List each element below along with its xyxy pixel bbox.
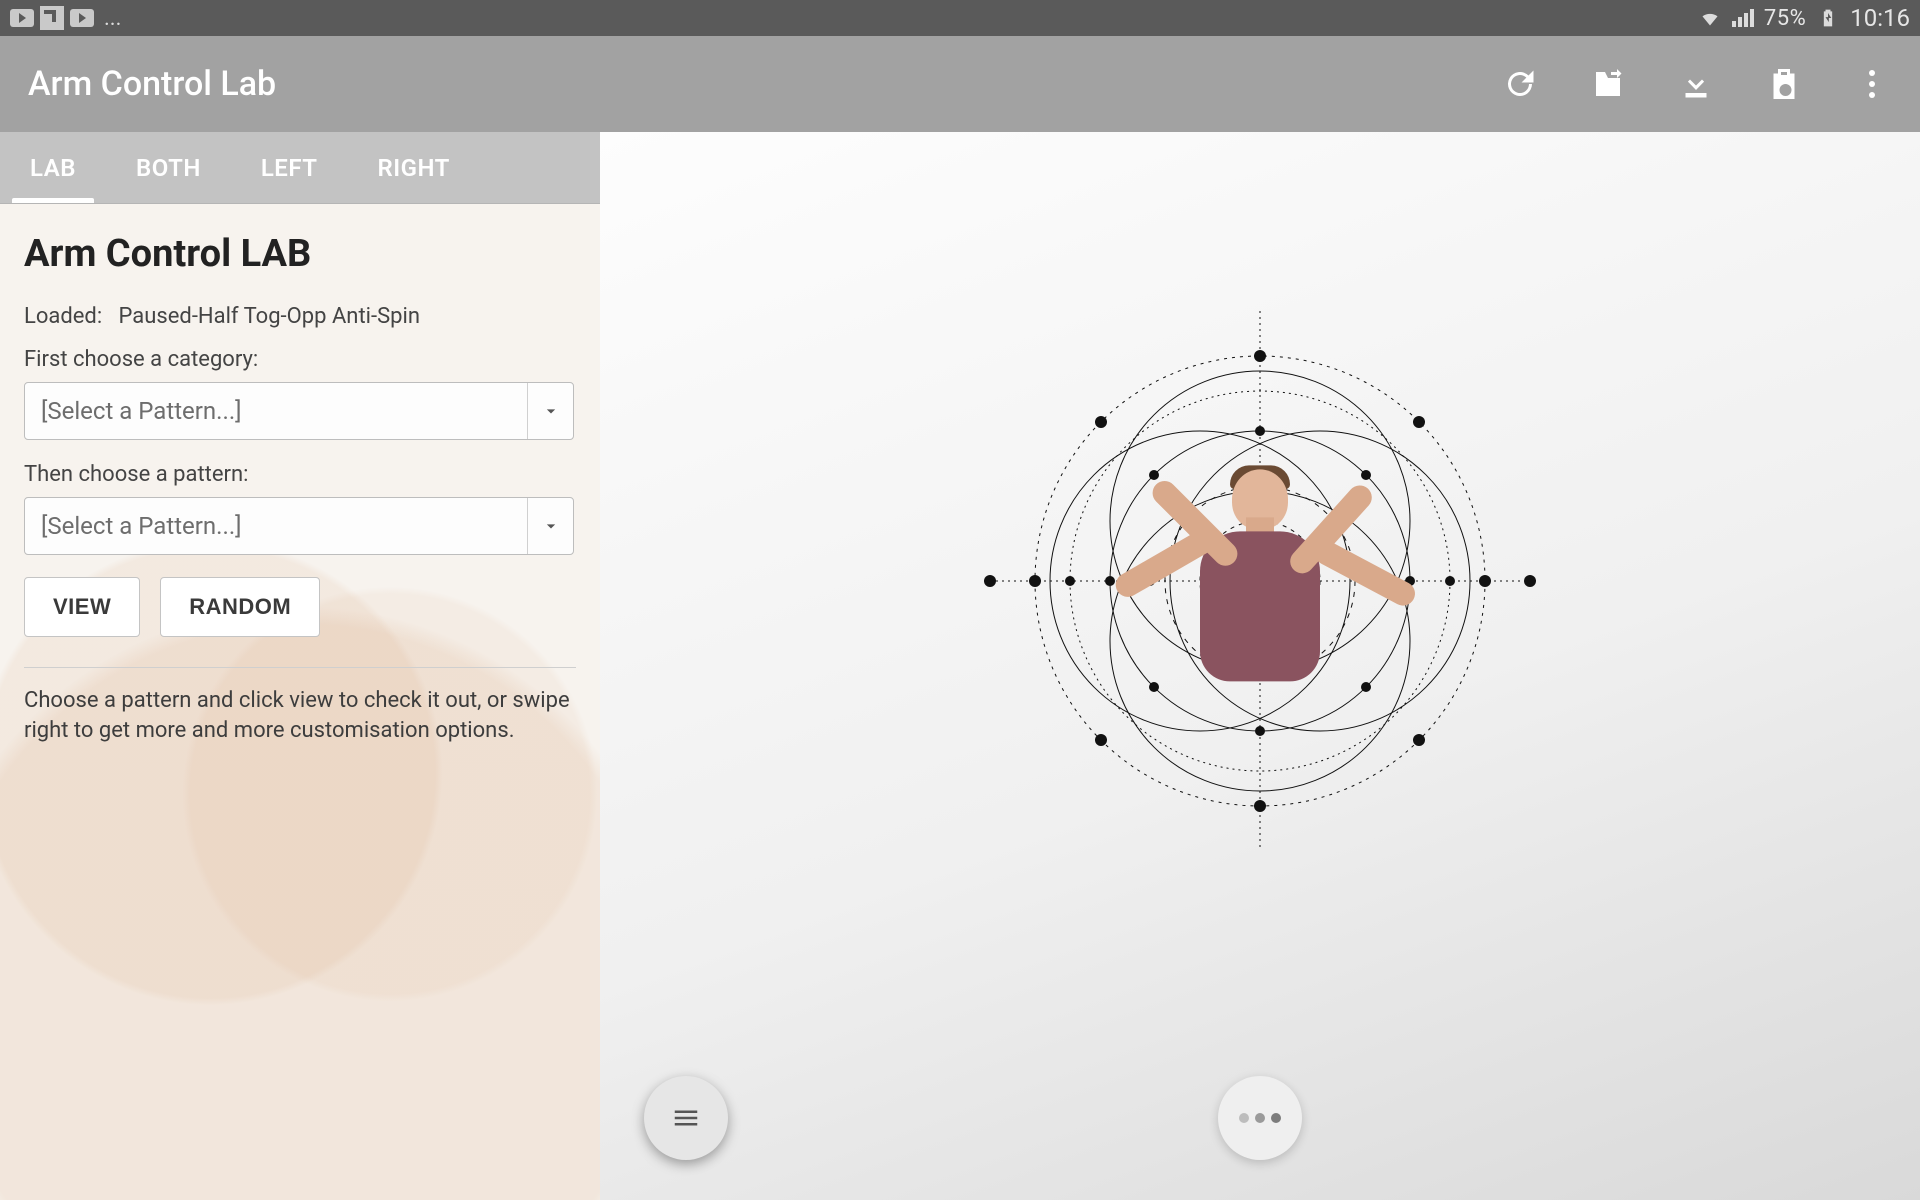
tab-lab[interactable]: LAB [0,132,106,203]
pattern-select[interactable]: [Select a Pattern...] [24,497,574,555]
chevron-down-icon [527,498,573,554]
fab-play[interactable] [1218,1076,1302,1160]
youtube-notif-icon-2 [70,6,94,30]
category-label: First choose a category: [24,347,576,372]
tab-both[interactable]: BOTH [106,132,231,203]
status-right: 75% 10:16 [1698,4,1910,32]
app-title: Arm Control Lab [28,64,276,104]
battery-text: 75% [1764,6,1806,31]
flipboard-notif-icon [40,6,64,30]
battery-charging-icon [1816,6,1840,30]
clock: 10:16 [1850,4,1910,32]
play-dots-icon [1239,1113,1281,1123]
category-select-placeholder: [Select a Pattern...] [41,397,242,425]
fab-menu[interactable] [644,1076,728,1160]
notif-overflow: ... [104,6,121,31]
clipboard-info-icon[interactable] [1764,64,1804,104]
wifi-icon [1698,6,1722,30]
more-vert-icon[interactable] [1852,64,1892,104]
status-left: ... [10,6,121,31]
chevron-down-icon [527,383,573,439]
tab-right[interactable]: RIGHT [348,132,480,203]
download-icon[interactable] [1676,64,1716,104]
random-button[interactable]: RANDOM [160,577,320,637]
canvas-area[interactable] [600,132,1920,1200]
youtube-notif-icon [10,6,34,30]
loaded-label: Loaded: [24,304,102,329]
app-actions [1500,64,1892,104]
open-folder-icon[interactable] [1588,64,1628,104]
loaded-value: Paused-Half Tog-Opp Anti-Spin [119,304,420,329]
tabs: LAB BOTH LEFT RIGHT [0,132,600,204]
view-button[interactable]: VIEW [24,577,140,637]
signal-icon [1732,9,1754,27]
sidebar: LAB BOTH LEFT RIGHT Arm Control LAB Load… [0,132,600,1200]
panel-heading: Arm Control LAB [24,232,576,276]
button-row: VIEW RANDOM [24,577,576,637]
refresh-icon[interactable] [1500,64,1540,104]
pattern-select-placeholder: [Select a Pattern...] [41,512,242,540]
divider [24,667,576,668]
main: LAB BOTH LEFT RIGHT Arm Control LAB Load… [0,132,1920,1200]
pattern-diagram [980,301,1540,861]
android-status-bar: ... 75% 10:16 [0,0,1920,36]
category-select[interactable]: [Select a Pattern...] [24,382,574,440]
app-bar: Arm Control Lab [0,36,1920,132]
loaded-line: Loaded: Paused-Half Tog-Opp Anti-Spin [24,304,576,329]
panel: Arm Control LAB Loaded: Paused-Half Tog-… [0,204,600,773]
human-figure [1170,461,1350,721]
tab-left[interactable]: LEFT [231,132,348,203]
help-text: Choose a pattern and click view to check… [24,686,576,745]
pattern-label: Then choose a pattern: [24,462,576,487]
